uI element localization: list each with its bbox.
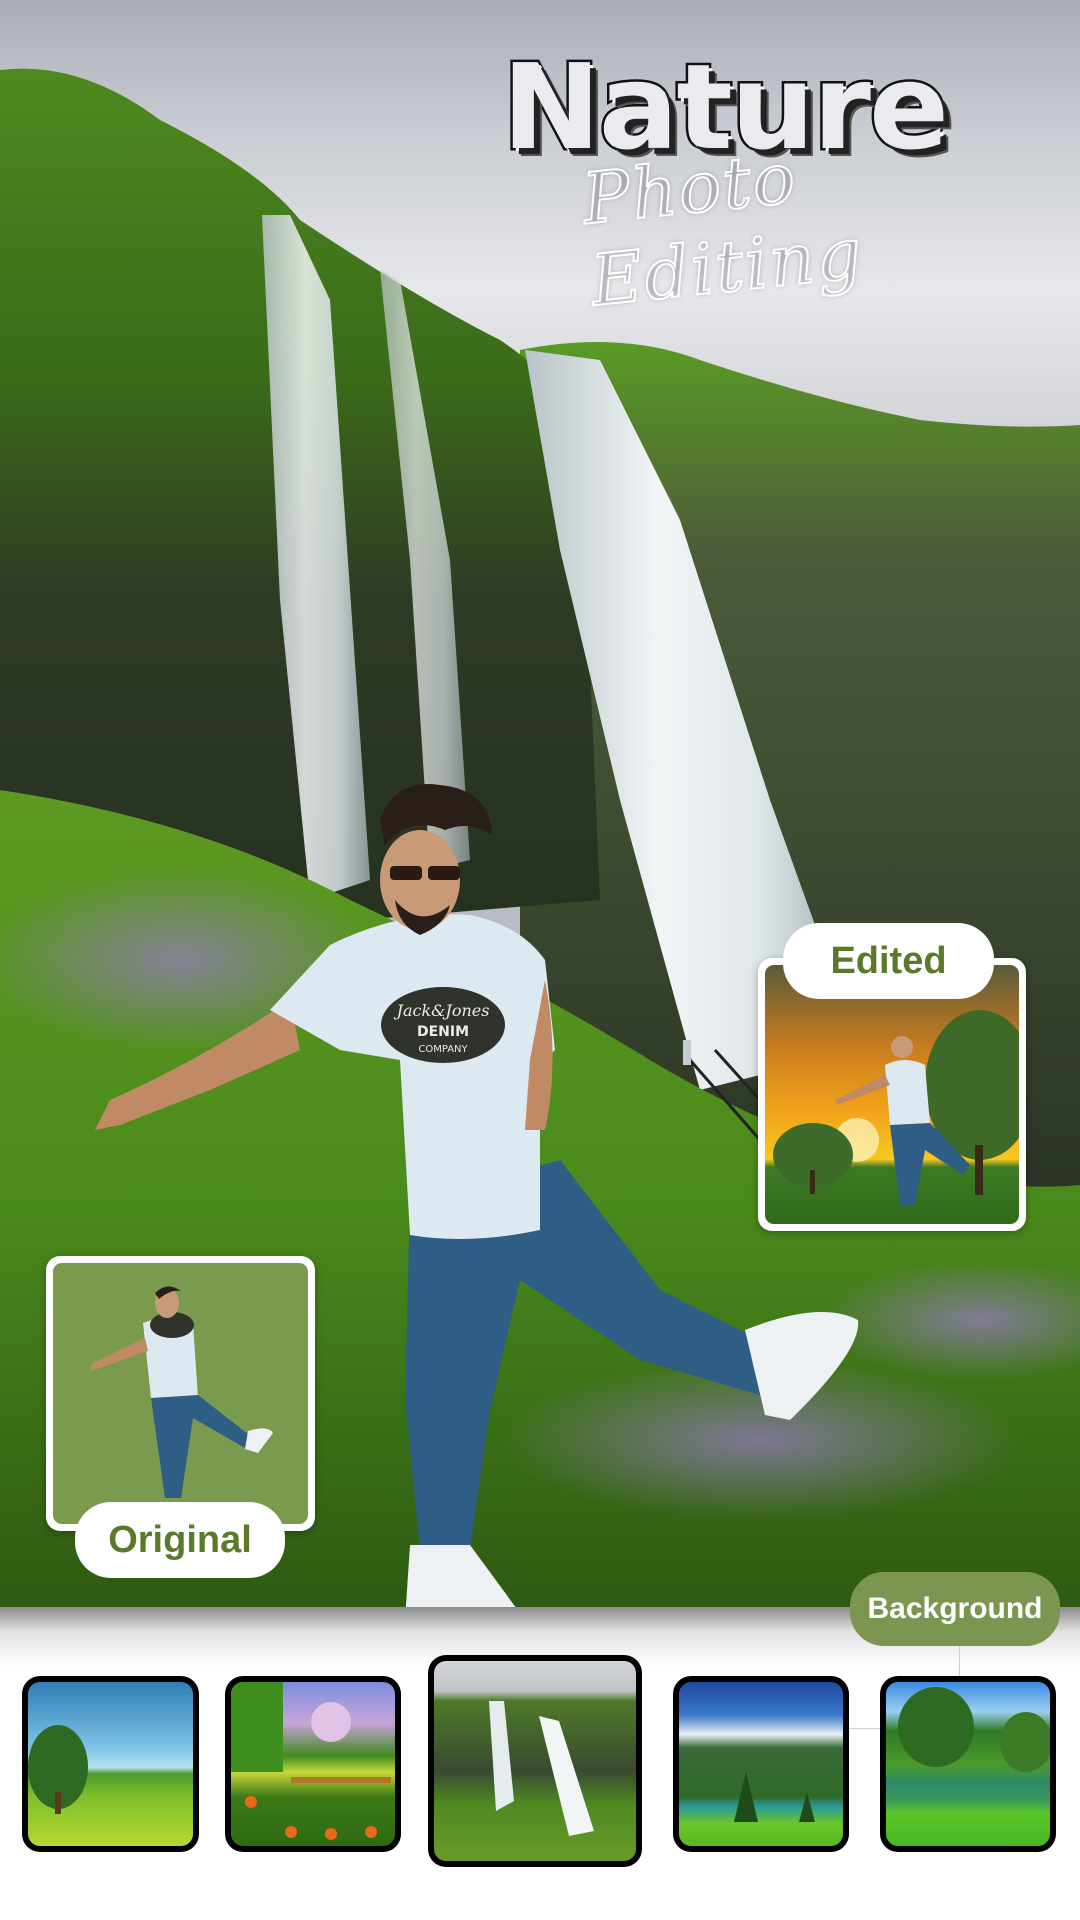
poster-title-block: Nature Photo Editing <box>496 36 1056 324</box>
background-thumb-4[interactable] <box>673 1676 849 1852</box>
poster-canvas: Jack&Jones DENIM COMPANY Nature Photo Ed… <box>0 0 1080 1920</box>
thumb-mountain-lake-image <box>679 1682 843 1846</box>
thumb-tree-meadow-image <box>28 1682 193 1846</box>
background-thumb-1[interactable] <box>22 1676 199 1852</box>
shirt-brand: Jack&Jones <box>394 1001 490 1020</box>
edited-label: Edited <box>783 923 994 999</box>
original-label: Original <box>75 1502 285 1578</box>
background-thumb-3-selected[interactable] <box>428 1655 642 1867</box>
background-thumb-5[interactable] <box>880 1676 1056 1852</box>
edited-scene <box>773 1010 1019 1205</box>
background-label: Background <box>850 1572 1060 1646</box>
connector-line <box>848 1728 880 1729</box>
thumb-pond-park-image <box>886 1682 1050 1846</box>
background-thumb-2[interactable] <box>225 1676 401 1852</box>
thumb-waterfall-image <box>434 1661 636 1861</box>
thumb-garden-image <box>231 1682 395 1846</box>
original-preview-image <box>53 1263 308 1524</box>
original-cutout-person <box>89 1286 273 1498</box>
edited-preview-image <box>765 965 1019 1224</box>
original-preview-card[interactable] <box>46 1256 315 1531</box>
shirt-line3: COMPANY <box>418 1044 468 1055</box>
shirt-line2: DENIM <box>417 1024 469 1040</box>
connector-line <box>959 1646 960 1676</box>
